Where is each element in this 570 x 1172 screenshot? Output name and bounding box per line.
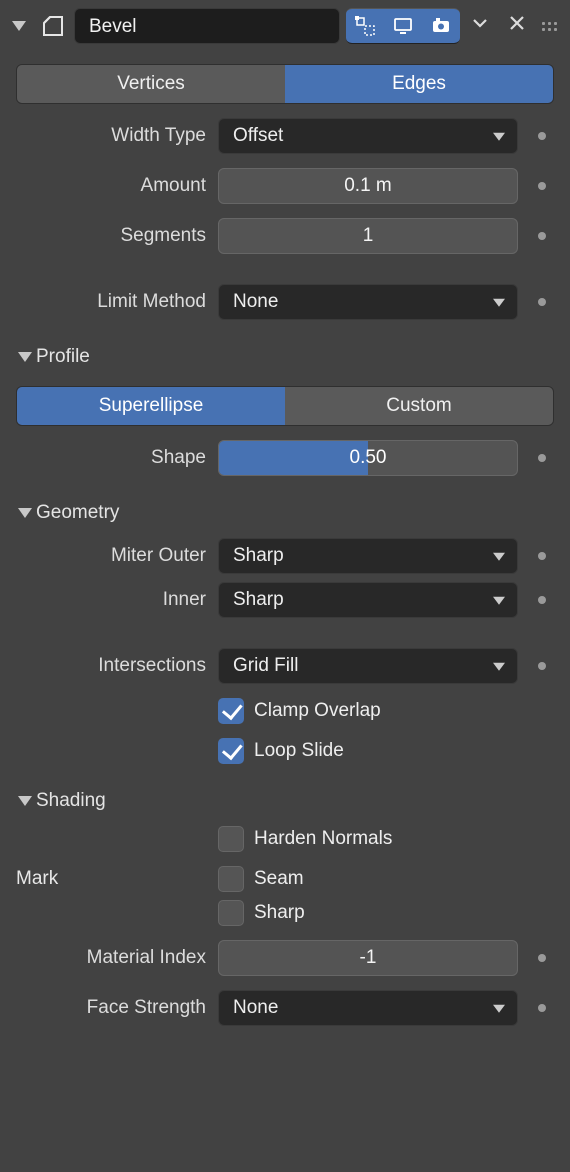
affect-segmented: Vertices Edges bbox=[16, 64, 554, 104]
animate-dot[interactable] bbox=[538, 298, 546, 306]
face-strength-label: Face Strength bbox=[16, 997, 206, 1019]
miter-outer-dropdown[interactable]: Sharp bbox=[218, 538, 518, 574]
animate-dot[interactable] bbox=[538, 132, 546, 140]
limit-method-label: Limit Method bbox=[16, 291, 206, 313]
display-viewport-button[interactable] bbox=[384, 8, 422, 44]
loop-slide-checkbox[interactable]: Loop Slide bbox=[218, 738, 518, 764]
material-index-field[interactable]: -1 bbox=[218, 940, 518, 976]
animate-dot[interactable] bbox=[538, 552, 546, 560]
checkbox-icon bbox=[218, 698, 244, 724]
extras-dropdown[interactable] bbox=[470, 13, 490, 39]
delete-modifier-button[interactable] bbox=[504, 13, 530, 39]
profile-title: Profile bbox=[36, 346, 90, 368]
affect-edges-option[interactable]: Edges bbox=[285, 65, 553, 103]
width-type-dropdown[interactable]: Offset bbox=[218, 118, 518, 154]
modifier-name-field[interactable]: Bevel bbox=[74, 8, 340, 44]
checkbox-icon bbox=[218, 866, 244, 892]
shape-value: 0.50 bbox=[350, 447, 387, 469]
profile-type-segmented: Superellipse Custom bbox=[16, 386, 554, 426]
mark-sharp-label: Sharp bbox=[254, 902, 305, 924]
checkbox-icon bbox=[218, 738, 244, 764]
animate-dot[interactable] bbox=[538, 662, 546, 670]
intersections-label: Intersections bbox=[16, 655, 206, 677]
chevron-down-icon bbox=[18, 508, 32, 518]
harden-normals-checkbox[interactable]: Harden Normals bbox=[218, 826, 518, 852]
modifier-body: Vertices Edges Width Type Offset Amount … bbox=[0, 52, 570, 1026]
animate-dot[interactable] bbox=[538, 596, 546, 604]
mark-seam-label: Seam bbox=[254, 868, 304, 890]
shading-subpanel-header[interactable]: Shading bbox=[16, 790, 554, 812]
clamp-overlap-checkbox[interactable]: Clamp Overlap bbox=[218, 698, 518, 724]
animate-dot[interactable] bbox=[538, 954, 546, 962]
animate-dot[interactable] bbox=[538, 182, 546, 190]
profile-custom-option[interactable]: Custom bbox=[285, 387, 553, 425]
loop-slide-label: Loop Slide bbox=[254, 740, 344, 762]
checkbox-icon bbox=[218, 900, 244, 926]
miter-inner-dropdown[interactable]: Sharp bbox=[218, 582, 518, 618]
mark-seam-checkbox[interactable]: Seam bbox=[218, 866, 518, 892]
mark-label: Mark bbox=[16, 868, 206, 890]
amount-label: Amount bbox=[16, 175, 206, 197]
display-editmode-button[interactable] bbox=[346, 8, 384, 44]
clamp-overlap-label: Clamp Overlap bbox=[254, 700, 381, 722]
profile-superellipse-option[interactable]: Superellipse bbox=[17, 387, 285, 425]
animate-dot[interactable] bbox=[538, 1004, 546, 1012]
harden-normals-label: Harden Normals bbox=[254, 828, 392, 850]
width-type-label: Width Type bbox=[16, 125, 206, 147]
miter-inner-label: Inner bbox=[16, 589, 206, 611]
affect-vertices-option[interactable]: Vertices bbox=[17, 65, 285, 103]
segments-label: Segments bbox=[16, 225, 206, 247]
face-strength-dropdown[interactable]: None bbox=[218, 990, 518, 1026]
mark-sharp-checkbox[interactable]: Sharp bbox=[218, 900, 518, 926]
checkbox-icon bbox=[218, 826, 244, 852]
chevron-down-icon bbox=[18, 796, 32, 806]
limit-method-dropdown[interactable]: None bbox=[218, 284, 518, 320]
animate-dot[interactable] bbox=[538, 454, 546, 462]
drag-handle[interactable] bbox=[542, 22, 562, 31]
amount-field[interactable]: 0.1 m bbox=[218, 168, 518, 204]
geometry-title: Geometry bbox=[36, 502, 119, 524]
profile-subpanel-header[interactable]: Profile bbox=[16, 346, 554, 368]
bevel-modifier-panel: Bevel bbox=[0, 0, 570, 1172]
intersections-dropdown[interactable]: Grid Fill bbox=[218, 648, 518, 684]
display-render-button[interactable] bbox=[422, 8, 460, 44]
bevel-icon bbox=[38, 11, 68, 41]
display-buttons bbox=[346, 8, 460, 44]
animate-dot[interactable] bbox=[538, 232, 546, 240]
shading-title: Shading bbox=[36, 790, 106, 812]
modifier-header: Bevel bbox=[0, 0, 570, 52]
material-index-label: Material Index bbox=[16, 947, 206, 969]
shape-label: Shape bbox=[16, 447, 206, 469]
shape-slider[interactable]: 0.50 bbox=[218, 440, 518, 476]
geometry-subpanel-header[interactable]: Geometry bbox=[16, 502, 554, 524]
expand-toggle[interactable] bbox=[12, 21, 26, 31]
segments-field[interactable]: 1 bbox=[218, 218, 518, 254]
chevron-down-icon bbox=[18, 352, 32, 362]
miter-outer-label: Miter Outer bbox=[16, 545, 206, 567]
